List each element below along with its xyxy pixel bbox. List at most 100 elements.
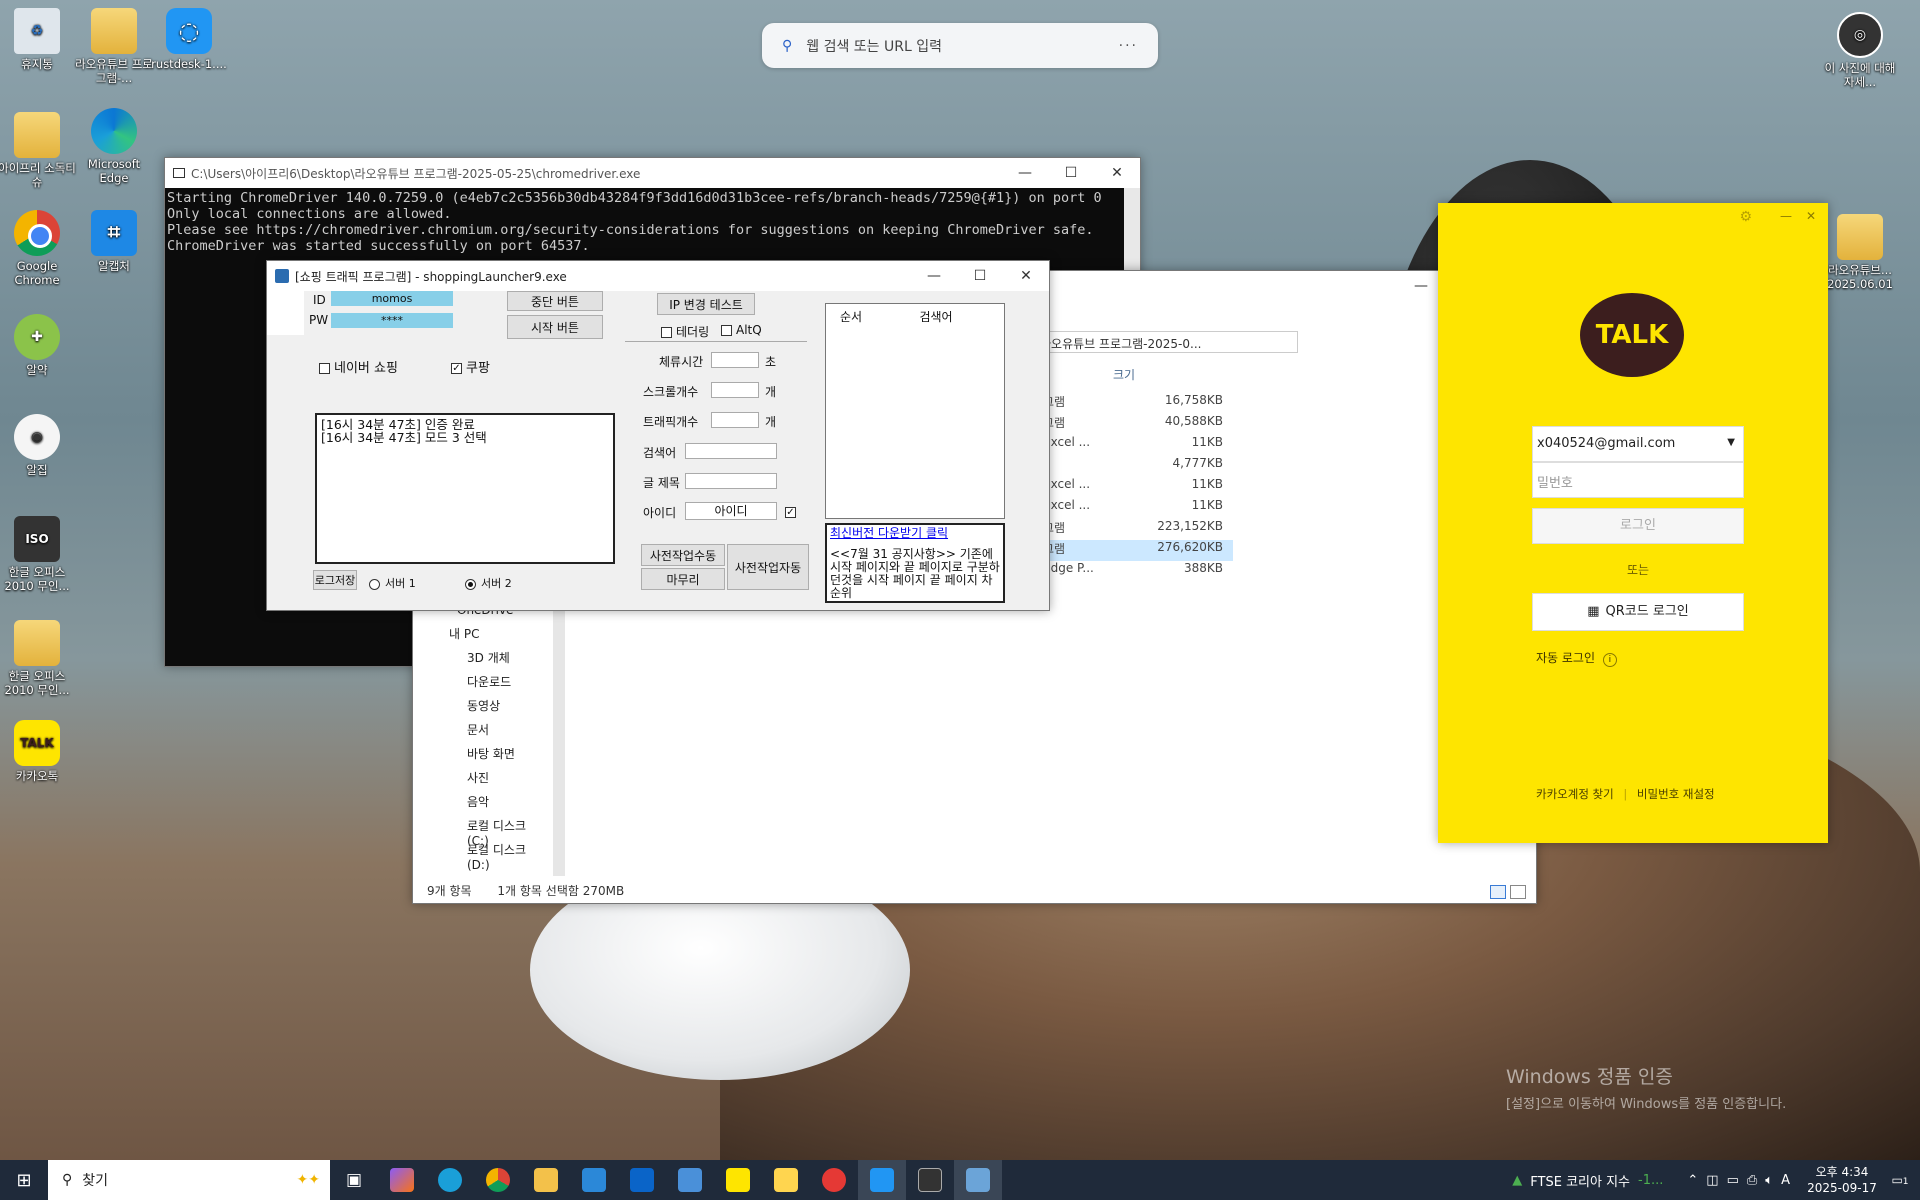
kakaotalk-taskbar-icon[interactable]	[714, 1160, 762, 1200]
server1-radio[interactable]: 서버 1	[369, 575, 416, 591]
file-row[interactable]: 그램 40,588KB	[1043, 414, 1233, 435]
finish-button[interactable]: 마무리	[641, 568, 725, 590]
details-view-icon[interactable]	[1490, 885, 1506, 899]
file-row[interactable]: Excel ... 11KB	[1043, 477, 1233, 498]
file-row[interactable]: 그램 16,758KB	[1043, 393, 1233, 414]
file-row[interactable]: Edge P... 388KB	[1043, 561, 1233, 582]
address-bar[interactable]: 라오유튜브 프로그램-2025-0...	[1033, 331, 1298, 353]
store-taskbar-icon[interactable]	[570, 1160, 618, 1200]
volume-icon[interactable]: 🔈︎	[1765, 1173, 1773, 1188]
close-button[interactable]: ✕	[1806, 209, 1816, 223]
nav-item-documents[interactable]: 문서	[427, 721, 547, 745]
save-log-button[interactable]: 로그저장	[313, 570, 357, 590]
id-field[interactable]: momos	[331, 291, 453, 306]
taskbar-search[interactable]: ⚲ 찾기 ✦✦	[48, 1160, 330, 1200]
qr-login-button[interactable]: ▦ QR코드 로그인	[1532, 593, 1744, 631]
nav-item-disk-c[interactable]: 로컬 디스크 (C:)	[427, 817, 547, 848]
nav-item-disk-d[interactable]: 로컬 디스크 (D:)	[427, 841, 547, 872]
network-icon[interactable]: ▭	[1727, 1173, 1739, 1188]
capture-taskbar-icon[interactable]	[762, 1160, 810, 1200]
chevron-down-icon[interactable]: ▼	[1727, 437, 1735, 448]
printer-icon[interactable]: ⎙	[1747, 1173, 1757, 1188]
desktop-icon-recycle-bin[interactable]: ♻ 휴지통	[0, 8, 76, 71]
remote-taskbar-icon[interactable]	[666, 1160, 714, 1200]
nav-item-desktop[interactable]: 바탕 화면	[427, 745, 547, 769]
nav-item-pictures[interactable]: 사진	[427, 769, 547, 793]
desktop-icon-rustdesk[interactable]: ◌ rustdesk-1....	[150, 8, 228, 71]
close-button[interactable]: ✕	[1094, 165, 1140, 181]
desktop-icon-chrome[interactable]: Google Chrome	[0, 210, 76, 287]
maximize-button[interactable]: ☐	[1048, 165, 1094, 181]
naver-shopping-checkbox[interactable]: 네이버 쇼핑	[319, 357, 398, 376]
desktop-icon-alzip[interactable]: ◉ 알집	[0, 414, 76, 477]
desktop-icon-learn-photo[interactable]: ◎ 이 사진에 대해 자세...	[1821, 12, 1899, 89]
minimize-button[interactable]: —	[911, 268, 957, 284]
account-id-input[interactable]: 아이디	[685, 502, 777, 520]
scroll-count-input[interactable]	[711, 382, 759, 398]
file-row[interactable]: Excel ... 11KB	[1043, 498, 1233, 519]
close-button[interactable]: ✕	[1003, 268, 1049, 284]
clock[interactable]: 오후 4:34 2025-09-17	[1804, 1164, 1880, 1196]
column-header-size[interactable]: 크기	[1113, 366, 1135, 383]
keyword-table[interactable]: 순서 검색어	[825, 303, 1005, 519]
desktop-icon-hangul-iso[interactable]: ISO 한글 오피스 2010 무인...	[0, 516, 76, 593]
nav-scrollbar[interactable]	[553, 606, 565, 876]
meet-icon[interactable]: ◫	[1706, 1173, 1718, 1188]
rustdesk-taskbar-icon[interactable]	[858, 1160, 906, 1200]
info-icon[interactable]: i	[1602, 653, 1617, 667]
download-latest-link[interactable]: 최신버전 다운받기 클릭	[830, 527, 1000, 540]
notification-button[interactable]: ▭1	[1880, 1173, 1920, 1187]
task-view-icon[interactable]: ▣	[330, 1160, 378, 1200]
stay-time-input[interactable]	[711, 352, 759, 368]
account-id-checkbox[interactable]: ✓	[785, 505, 800, 519]
desktop-icon-folder-tissue[interactable]: 아이프리 소독티슈	[0, 112, 76, 189]
desktop-icon-hangul-folder[interactable]: 한글 오피스 2010 무인...	[0, 620, 76, 697]
auto-login-checkbox[interactable]: 자동 로그인 i	[1536, 649, 1617, 667]
altq-checkbox[interactable]: AltQ	[721, 323, 762, 337]
console-titlebar[interactable]: C:\Users\아이프리6\Desktop\라오유튜브 프로그램-2025-0…	[165, 158, 1140, 188]
more-icon[interactable]: ···	[1119, 38, 1138, 54]
kakaotalk-window[interactable]: ⚙ — ✕ TALK x040524@gmail.com ▼ 밀번호 로그인 또…	[1438, 203, 1828, 843]
log-box[interactable]: [16시 34분 47초] 인증 완료 [16시 34분 47초] 모드 3 선…	[315, 413, 615, 564]
file-row-selected[interactable]: 그램 276,620KB	[1043, 540, 1233, 561]
nav-item-3d[interactable]: 3D 개체	[427, 649, 547, 673]
pre-work-manual-button[interactable]: 사전작업수동	[641, 544, 725, 566]
file-row[interactable]: 그램 223,152KB	[1043, 519, 1233, 540]
password-field[interactable]: 밀번호	[1532, 462, 1744, 498]
server2-radio[interactable]: 서버 2	[465, 575, 512, 591]
notice-box[interactable]: 최신버전 다운받기 클릭 <<7월 31 공지사항>> 기존에 시작 페이지와 …	[825, 523, 1005, 603]
coupang-checkbox[interactable]: ✓ 쿠팡	[451, 357, 490, 376]
desktop-icon-folder-right[interactable]: 라오유튜브... 2025.06.01	[1821, 214, 1899, 291]
traffic-count-input[interactable]	[711, 412, 759, 428]
ip-change-test-button[interactable]: IP 변경 테스트	[657, 293, 755, 315]
minimize-button[interactable]: —	[1002, 165, 1048, 181]
outlook-taskbar-icon[interactable]	[618, 1160, 666, 1200]
pw-field[interactable]: ****	[331, 313, 453, 328]
edge-taskbar-icon[interactable]	[426, 1160, 474, 1200]
desktop-icon-alcapture[interactable]: ⌗ 알캡처	[75, 210, 153, 273]
tiles-view-icon[interactable]	[1510, 885, 1526, 899]
web-search-bar[interactable]: ⚲ 웹 검색 또는 URL 입력 ···	[762, 23, 1158, 68]
nav-item-music[interactable]: 음악	[427, 793, 547, 817]
desktop-icon-kakaotalk[interactable]: TALK 카카오톡	[0, 720, 76, 783]
launcher-titlebar[interactable]: [쇼핑 트래픽 프로그램] - shoppingLauncher9.exe — …	[267, 261, 1049, 291]
chrome-taskbar-icon[interactable]	[474, 1160, 522, 1200]
chevron-up-icon[interactable]: ⌃	[1687, 1173, 1698, 1188]
login-button[interactable]: 로그인	[1532, 508, 1744, 544]
post-title-input[interactable]	[685, 473, 777, 489]
nav-item-this-pc[interactable]: 내 PC	[427, 625, 547, 649]
close-app-taskbar-icon[interactable]	[810, 1160, 858, 1200]
keyword-input[interactable]	[685, 443, 777, 459]
file-explorer-taskbar-icon[interactable]	[522, 1160, 570, 1200]
desktop-icon-edge[interactable]: Microsoft Edge	[75, 108, 153, 185]
start-button[interactable]: 시작 버튼	[507, 315, 603, 339]
desktop-icon-folder-raoyoutube[interactable]: 라오유튜브 프로그램-...	[75, 8, 153, 85]
pre-work-auto-button[interactable]: 사전작업자동	[727, 544, 809, 590]
column-header-keyword[interactable]: 검색어	[876, 308, 996, 325]
launcher-taskbar-icon[interactable]	[954, 1160, 1002, 1200]
file-row[interactable]: Excel ... 11KB	[1043, 435, 1233, 456]
stop-button[interactable]: 중단 버튼	[507, 291, 603, 311]
column-header-order[interactable]: 순서	[826, 308, 876, 325]
copilot-icon[interactable]	[378, 1160, 426, 1200]
desktop-icon-alyac[interactable]: ✚ 알약	[0, 314, 76, 377]
